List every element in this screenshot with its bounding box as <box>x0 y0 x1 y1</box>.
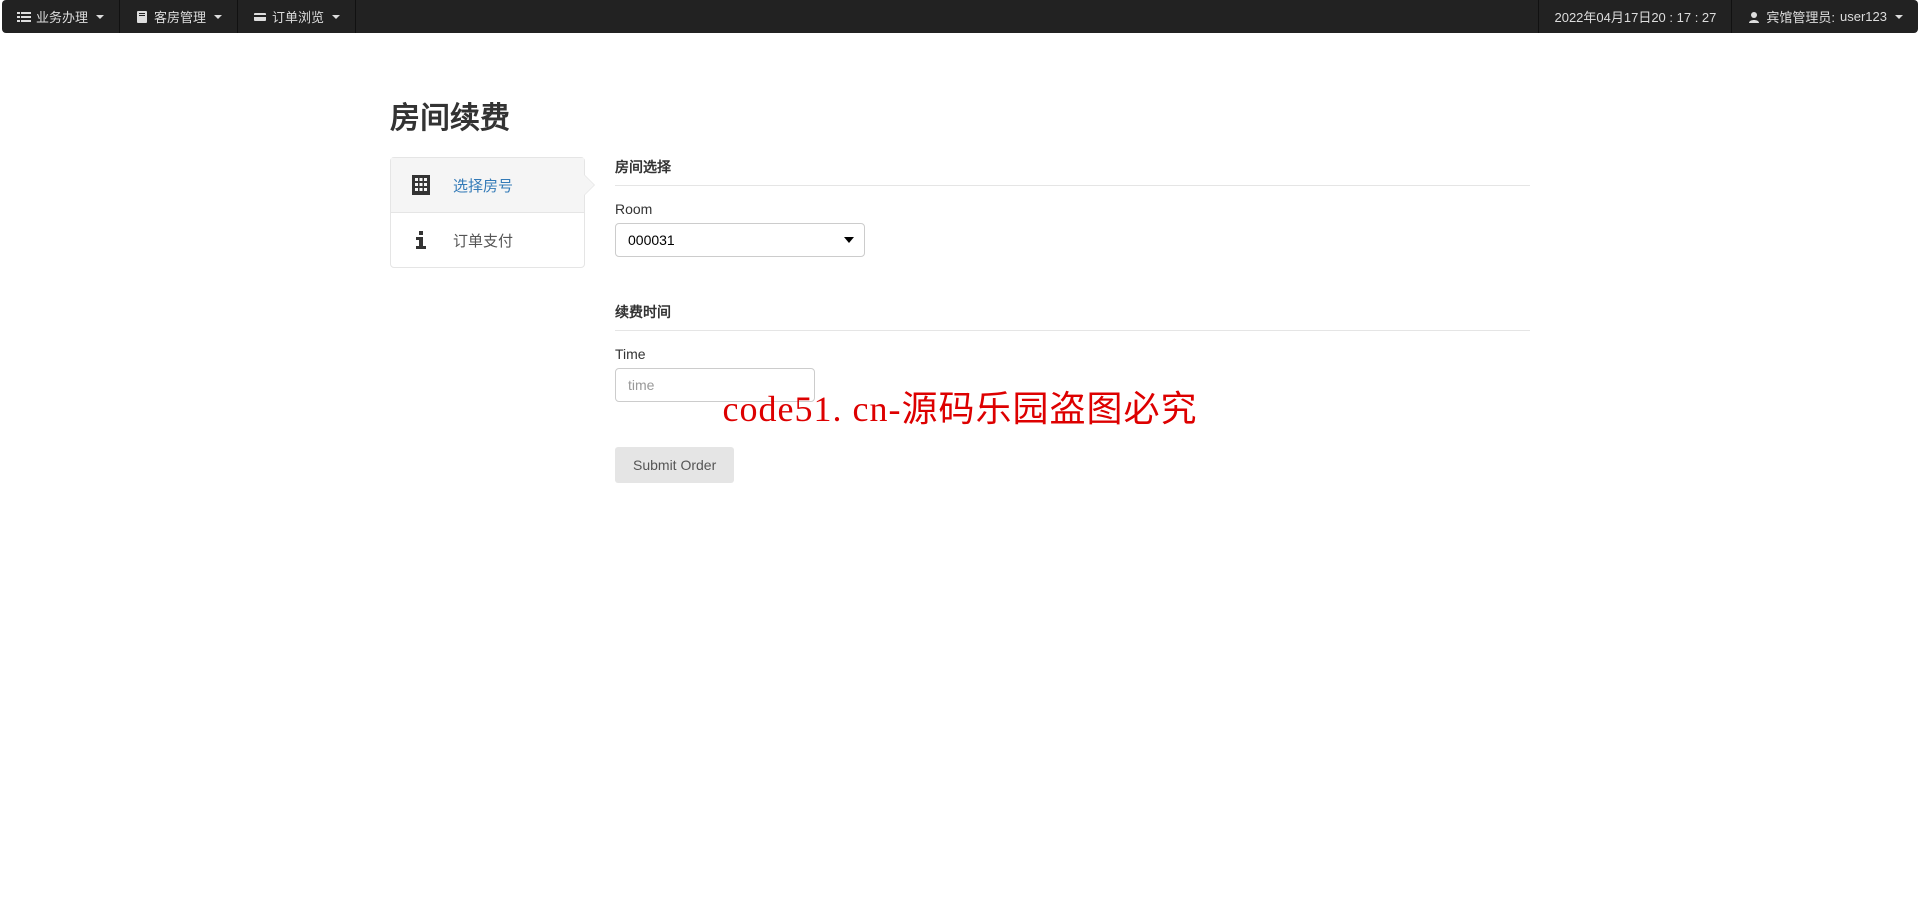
nav-rooms[interactable]: 客房管理 <box>120 0 238 33</box>
section-renew-time: 续费时间 <box>615 302 1530 331</box>
submit-order-button[interactable]: Submit Order <box>615 447 734 483</box>
wizard: 选择房号 订单支付 <box>390 157 585 268</box>
nav-datetime: 2022年04月17日20 : 17 : 27 <box>1538 0 1732 33</box>
room-label: Room <box>615 201 1530 217</box>
info-icon <box>409 228 433 252</box>
nav-business[interactable]: 业务办理 <box>2 0 120 33</box>
wizard-label: 选择房号 <box>453 175 513 196</box>
room-select[interactable]: 000031 <box>615 223 865 257</box>
user-icon <box>1747 10 1761 24</box>
building-icon <box>409 173 433 197</box>
book-icon <box>135 10 149 24</box>
nav-user-prefix: 宾馆管理员: <box>1766 7 1835 26</box>
nav-user-name: user123 <box>1840 9 1887 24</box>
nav-label: 客房管理 <box>154 7 206 26</box>
chevron-down-icon <box>96 15 104 19</box>
time-label: Time <box>615 346 1530 362</box>
wizard-label: 订单支付 <box>453 230 513 251</box>
list-icon <box>17 10 31 24</box>
card-icon <box>253 10 267 24</box>
page-title: 房间续费 <box>390 93 1530 137</box>
section-room-select: 房间选择 <box>615 157 1530 186</box>
time-input[interactable] <box>615 368 815 402</box>
nav-label: 订单浏览 <box>272 7 324 26</box>
chevron-down-icon <box>332 15 340 19</box>
chevron-down-icon <box>214 15 222 19</box>
wizard-step-payment[interactable]: 订单支付 <box>391 213 584 267</box>
nav-label: 业务办理 <box>36 7 88 26</box>
navbar: 业务办理 客房管理 订单浏览 2022年04月17日20 : 17 : 27 宾… <box>2 0 1918 33</box>
chevron-down-icon <box>1895 15 1903 19</box>
nav-user[interactable]: 宾馆管理员: user123 <box>1732 0 1918 33</box>
nav-orders[interactable]: 订单浏览 <box>238 0 356 33</box>
wizard-step-select-room[interactable]: 选择房号 <box>391 158 584 213</box>
